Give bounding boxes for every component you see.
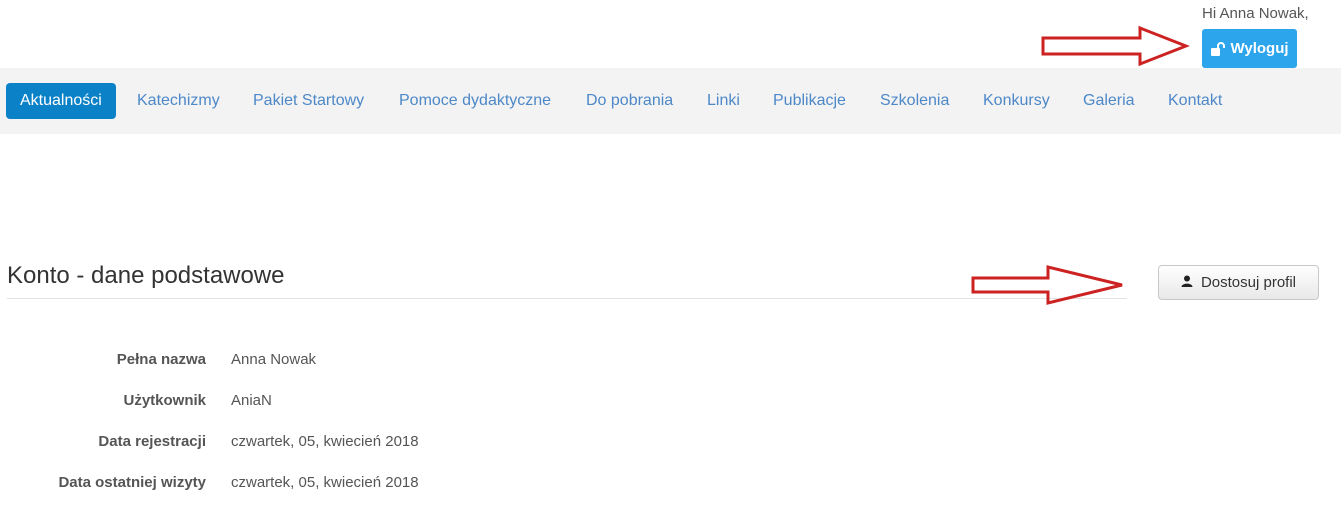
detail-label-registration-date: Data rejestracji xyxy=(98,433,206,450)
nav-item-kontakt[interactable]: Kontakt xyxy=(1168,83,1222,119)
nav-item-szkolenia[interactable]: Szkolenia xyxy=(880,83,949,119)
arrow-right-icon xyxy=(1041,25,1190,67)
nav-item-galeria[interactable]: Galeria xyxy=(1083,83,1135,119)
main-navbar: Aktualności Katechizmy Pakiet Startowy P… xyxy=(0,68,1341,134)
nav-item-konkursy[interactable]: Konkursy xyxy=(983,83,1050,119)
nav-item-katechizmy[interactable]: Katechizmy xyxy=(137,83,220,119)
detail-value-full-name: Anna Nowak xyxy=(231,351,317,368)
detail-label-username: Użytkownik xyxy=(123,392,206,409)
page-title: Konto - dane podstawowe xyxy=(7,262,285,289)
logout-label: Wyloguj xyxy=(1230,40,1289,57)
nav-item-linki[interactable]: Linki xyxy=(707,83,740,119)
nav-item-publikacje[interactable]: Publikacje xyxy=(773,83,846,119)
nav-item-aktualnosci[interactable]: Aktualności xyxy=(6,83,116,119)
arrow-right-icon xyxy=(971,265,1123,305)
nav-item-do-pobrania[interactable]: Do pobrania xyxy=(586,83,673,119)
detail-label-last-visit: Data ostatniej wizyty xyxy=(58,474,206,491)
detail-label-full-name: Pełna nazwa xyxy=(116,351,206,368)
greeting-text: Hi Anna Nowak, xyxy=(1202,5,1309,22)
nav-item-pomoce-dydaktyczne[interactable]: Pomoce dydaktyczne xyxy=(399,83,551,119)
unlock-icon xyxy=(1210,41,1226,56)
title-divider xyxy=(7,298,1127,299)
logout-button[interactable]: Wyloguj xyxy=(1202,29,1297,68)
detail-value-registration-date: czwartek, 05, kwiecień 2018 xyxy=(231,433,419,450)
user-icon xyxy=(1181,274,1193,291)
detail-value-last-visit: czwartek, 05, kwiecień 2018 xyxy=(231,474,419,491)
detail-value-username: AniaN xyxy=(231,392,272,409)
nav-item-pakiet-startowy[interactable]: Pakiet Startowy xyxy=(253,83,364,119)
customize-profile-label: Dostosuj profil xyxy=(1200,274,1297,291)
customize-profile-button[interactable]: Dostosuj profil xyxy=(1158,265,1319,300)
